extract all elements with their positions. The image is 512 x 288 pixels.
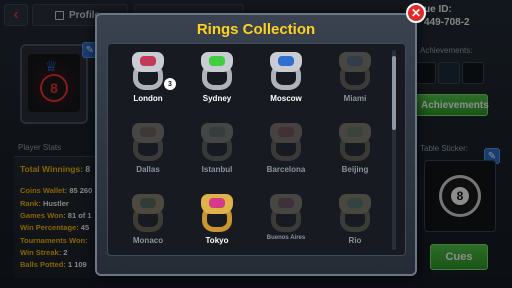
ring-icon	[129, 52, 167, 92]
ring-icon	[267, 194, 305, 234]
ring-icon	[129, 194, 167, 234]
ring-name: Rio	[348, 236, 362, 245]
ring-name: Dallas	[136, 165, 160, 174]
ring-icon	[198, 123, 236, 163]
ring-icon	[267, 52, 305, 92]
ring-item[interactable]: Buenos Aires	[256, 192, 316, 252]
ring-item[interactable]: Barcelona	[256, 121, 316, 181]
ring-item[interactable]: London 3	[118, 50, 178, 110]
scrollbar-thumb[interactable]	[392, 56, 396, 130]
ring-icon	[336, 194, 374, 234]
ring-icon	[336, 123, 374, 163]
ring-name: Miami	[343, 94, 367, 103]
ring-item[interactable]: Sydney	[187, 50, 247, 110]
ring-item[interactable]: Miami	[325, 50, 385, 110]
ring-name: Beijing	[341, 165, 369, 174]
ring-icon	[198, 194, 236, 234]
ring-name: Moscow	[270, 94, 302, 103]
ring-icon	[336, 52, 374, 92]
ring-name: Buenos Aires	[266, 235, 306, 241]
ring-icon	[198, 52, 236, 92]
ring-item[interactable]: Beijing	[325, 121, 385, 181]
ring-name: Istanbul	[201, 165, 233, 174]
ring-item[interactable]: Tokyo	[187, 192, 247, 252]
ring-item[interactable]: Monaco	[118, 192, 178, 252]
ring-item[interactable]: Moscow	[256, 50, 316, 110]
ring-count-badge: 3	[164, 78, 176, 90]
ring-item[interactable]: Dallas	[118, 121, 178, 181]
ring-name: Barcelona	[266, 165, 306, 174]
ring-icon	[267, 123, 305, 163]
ring-icon	[129, 123, 167, 163]
ring-name: Sydney	[202, 94, 232, 103]
ring-name: London	[133, 94, 163, 103]
ring-item[interactable]: Istanbul	[187, 121, 247, 181]
dialog-title: Rings Collection	[196, 21, 316, 38]
close-button[interactable]: ✕	[406, 3, 426, 23]
ring-name: Monaco	[132, 236, 164, 245]
close-icon: ✕	[410, 6, 422, 20]
ring-item[interactable]: Rio	[325, 192, 385, 252]
ring-name: Tokyo	[205, 236, 229, 245]
